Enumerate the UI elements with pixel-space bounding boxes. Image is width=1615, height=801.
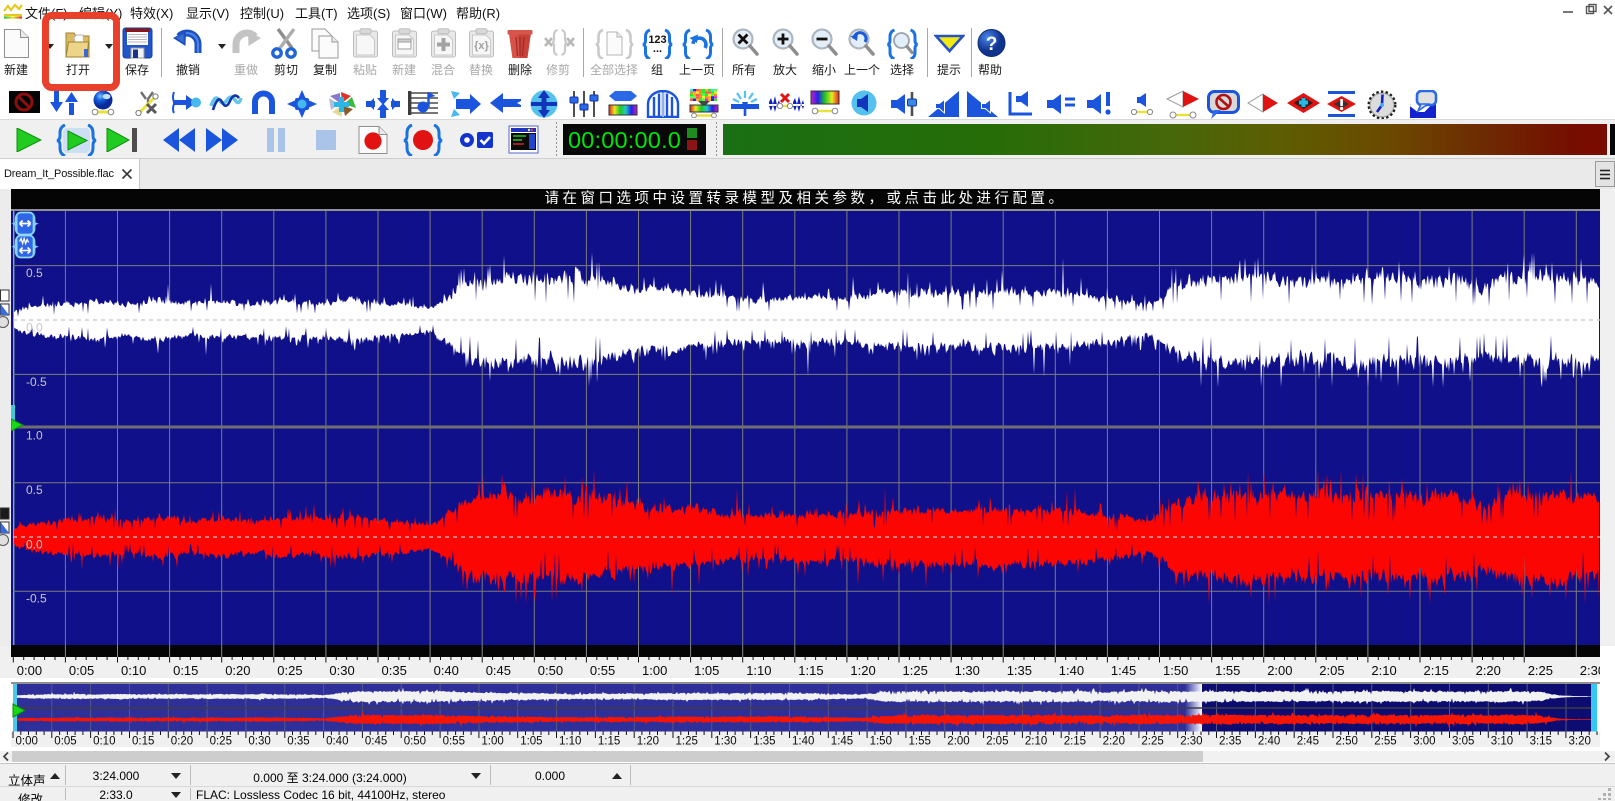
svg-text:1:15: 1:15 xyxy=(798,663,823,678)
svg-text:2:40: 2:40 xyxy=(1258,736,1280,748)
svg-text:0:20: 0:20 xyxy=(171,736,193,748)
svg-text:3:05: 3:05 xyxy=(1452,736,1474,748)
svg-text:1:45: 1:45 xyxy=(831,736,853,748)
svg-text:0:10: 0:10 xyxy=(93,736,115,748)
svg-text:1:50: 1:50 xyxy=(870,736,892,748)
svg-text:2:10: 2:10 xyxy=(1371,663,1396,678)
svg-text:1:20: 1:20 xyxy=(850,663,875,678)
svg-text:1:15: 1:15 xyxy=(598,736,620,748)
svg-text:0.5: 0.5 xyxy=(26,483,43,497)
svg-text:2:00: 2:00 xyxy=(1267,663,1292,678)
svg-text:1:00: 1:00 xyxy=(642,663,667,678)
svg-text:1:35: 1:35 xyxy=(1007,663,1032,678)
svg-text:2:20: 2:20 xyxy=(1476,663,1501,678)
svg-text:1:45: 1:45 xyxy=(1111,663,1136,678)
svg-text:0:05: 0:05 xyxy=(69,663,94,678)
svg-text:1.0: 1.0 xyxy=(26,429,43,443)
svg-text:2:15: 2:15 xyxy=(1064,736,1086,748)
svg-text:2:10: 2:10 xyxy=(1025,736,1047,748)
svg-text:1:05: 1:05 xyxy=(694,663,719,678)
svg-text:0:50: 0:50 xyxy=(538,663,563,678)
svg-text:1:35: 1:35 xyxy=(753,736,775,748)
svg-text:0.0: 0.0 xyxy=(26,538,43,552)
svg-text:...: ... xyxy=(653,43,662,55)
svg-text:2:00: 2:00 xyxy=(947,736,969,748)
svg-text:2:25: 2:25 xyxy=(1141,736,1163,748)
svg-text:0:30: 0:30 xyxy=(248,736,270,748)
svg-text:0:00: 0:00 xyxy=(16,736,38,748)
svg-text:2:50: 2:50 xyxy=(1336,736,1358,748)
svg-text:1:40: 1:40 xyxy=(792,736,814,748)
svg-text:0:55: 0:55 xyxy=(590,663,615,678)
svg-text:0:25: 0:25 xyxy=(210,736,232,748)
svg-text:1:30: 1:30 xyxy=(714,736,736,748)
svg-text:0:45: 0:45 xyxy=(486,663,511,678)
svg-text:0:35: 0:35 xyxy=(287,736,309,748)
svg-text:1:20: 1:20 xyxy=(637,736,659,748)
svg-text:-0.5: -0.5 xyxy=(26,592,47,606)
svg-text:0:45: 0:45 xyxy=(365,736,387,748)
svg-text:1:50: 1:50 xyxy=(1163,663,1188,678)
svg-text:1:05: 1:05 xyxy=(520,736,542,748)
svg-text:0.0: 0.0 xyxy=(26,321,43,335)
svg-text:3:00: 3:00 xyxy=(1413,736,1435,748)
svg-text:0:40: 0:40 xyxy=(326,736,348,748)
svg-text:1:10: 1:10 xyxy=(746,663,771,678)
svg-text:0:05: 0:05 xyxy=(54,736,76,748)
svg-text:2:05: 2:05 xyxy=(1319,663,1344,678)
svg-text:0:00: 0:00 xyxy=(17,663,42,678)
svg-text:2:05: 2:05 xyxy=(986,736,1008,748)
svg-text:1:00: 1:00 xyxy=(481,736,503,748)
svg-text:2:55: 2:55 xyxy=(1374,736,1396,748)
svg-text:0.5: 0.5 xyxy=(26,266,43,280)
svg-text:3:15: 3:15 xyxy=(1530,736,1552,748)
svg-text:1:25: 1:25 xyxy=(903,663,928,678)
svg-text:0:50: 0:50 xyxy=(404,736,426,748)
svg-text:1:25: 1:25 xyxy=(676,736,698,748)
svg-text:2:25: 2:25 xyxy=(1528,663,1553,678)
svg-text:2:20: 2:20 xyxy=(1103,736,1125,748)
svg-text:0:30: 0:30 xyxy=(329,663,354,678)
svg-text:1:40: 1:40 xyxy=(1059,663,1084,678)
svg-text:3:10: 3:10 xyxy=(1491,736,1513,748)
svg-text:0:15: 0:15 xyxy=(173,663,198,678)
svg-text:0:40: 0:40 xyxy=(434,663,459,678)
svg-text:1:10: 1:10 xyxy=(559,736,581,748)
svg-text:2:30: 2:30 xyxy=(1580,663,1600,678)
svg-text:0:25: 0:25 xyxy=(277,663,302,678)
svg-text:0:10: 0:10 xyxy=(121,663,146,678)
svg-text:2:15: 2:15 xyxy=(1424,663,1449,678)
svg-text:0:20: 0:20 xyxy=(225,663,250,678)
svg-text:1:55: 1:55 xyxy=(909,736,931,748)
svg-text:2:45: 2:45 xyxy=(1297,736,1319,748)
svg-text:0:55: 0:55 xyxy=(443,736,465,748)
svg-text:1:30: 1:30 xyxy=(955,663,980,678)
svg-text:3:20: 3:20 xyxy=(1569,736,1591,748)
svg-text:0:35: 0:35 xyxy=(382,663,407,678)
svg-text:{x}: {x} xyxy=(474,40,489,52)
svg-text:2:35: 2:35 xyxy=(1219,736,1241,748)
svg-text:0:15: 0:15 xyxy=(132,736,154,748)
svg-text:?: ? xyxy=(986,34,998,55)
svg-text:2:30: 2:30 xyxy=(1180,736,1202,748)
svg-text:-0.5: -0.5 xyxy=(26,375,47,389)
svg-text:1:55: 1:55 xyxy=(1215,663,1240,678)
